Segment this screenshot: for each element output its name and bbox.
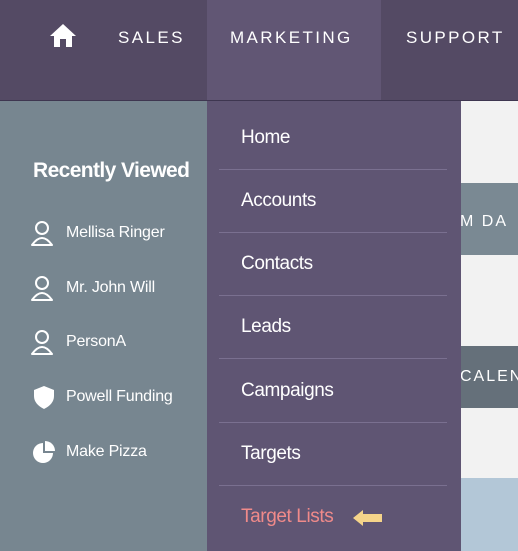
- background-calendar-title: CALEN: [460, 368, 518, 385]
- recent-item-label: Make Pizza: [66, 443, 147, 460]
- arrow-left-icon: [352, 509, 384, 527]
- menu-item-leads[interactable]: Leads: [241, 316, 291, 340]
- menu-divider: [219, 485, 447, 486]
- top-navigation-bar: SALES MARKETING SUPPORT: [0, 0, 518, 101]
- marketing-tab-highlight: [207, 0, 381, 100]
- background-dashlet-header: M DA: [460, 183, 518, 255]
- recently-viewed-title: Recently Viewed: [33, 159, 190, 182]
- recent-item-mr-john-will[interactable]: Mr. John Will: [31, 275, 206, 301]
- marketing-dropdown-menu: Home Accounts Contacts Leads Campaigns T…: [207, 101, 461, 551]
- menu-item-contacts[interactable]: Contacts: [241, 253, 313, 277]
- recent-item-powell-funding[interactable]: Powell Funding: [31, 384, 206, 410]
- recent-item-label: PersonA: [66, 333, 126, 350]
- background-panel: [460, 478, 518, 551]
- recent-item-label: Mellisa Ringer: [66, 224, 165, 241]
- recent-item-persona[interactable]: PersonA: [31, 329, 206, 355]
- recent-item-mellisa-ringer[interactable]: Mellisa Ringer: [31, 220, 206, 246]
- pie-chart-icon: [31, 439, 57, 465]
- background-dashlet-title: M DA: [460, 213, 508, 230]
- menu-item-campaigns[interactable]: Campaigns: [241, 380, 334, 404]
- nav-tab-sales[interactable]: SALES: [118, 27, 185, 49]
- menu-divider: [219, 422, 447, 423]
- nav-tab-marketing[interactable]: MARKETING: [230, 27, 353, 49]
- person-icon: [31, 275, 57, 301]
- background-calendar-header: CALEN: [460, 346, 518, 408]
- recent-item-label: Mr. John Will: [66, 279, 155, 296]
- nav-tab-support[interactable]: SUPPORT: [406, 27, 505, 49]
- menu-divider: [219, 169, 447, 170]
- menu-item-home[interactable]: Home: [241, 127, 290, 151]
- recent-item-label: Powell Funding: [66, 388, 173, 405]
- menu-divider: [219, 232, 447, 233]
- shield-icon: [31, 384, 57, 410]
- menu-item-targets[interactable]: Targets: [241, 443, 301, 467]
- home-icon[interactable]: [48, 22, 78, 48]
- menu-divider: [219, 358, 447, 359]
- menu-item-target-lists[interactable]: Target Lists: [241, 506, 334, 530]
- recent-item-make-pizza[interactable]: Make Pizza: [31, 439, 206, 465]
- menu-item-accounts[interactable]: Accounts: [241, 190, 316, 214]
- person-icon: [31, 220, 57, 246]
- menu-divider: [219, 295, 447, 296]
- recently-viewed-panel: Recently Viewed Mellisa Ringer Mr. John …: [0, 101, 210, 551]
- person-icon: [31, 329, 57, 355]
